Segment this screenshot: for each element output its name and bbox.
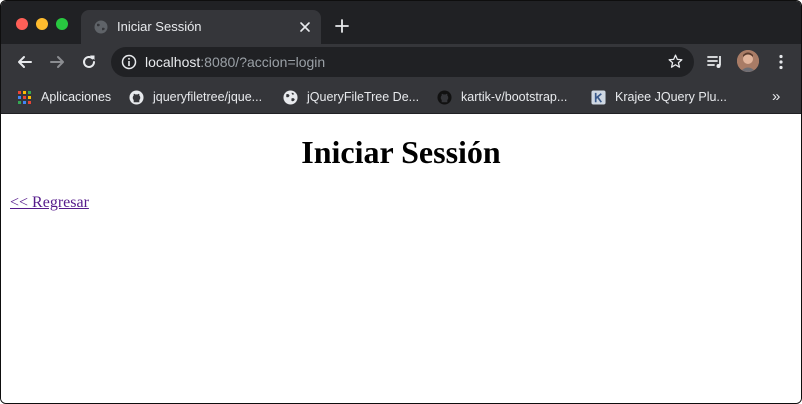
- url-text[interactable]: localhost:8080/?accion=login: [145, 54, 325, 70]
- window-close-button[interactable]: [16, 18, 28, 30]
- close-icon[interactable]: [299, 21, 311, 33]
- profile-avatar[interactable]: [737, 50, 759, 72]
- back-link[interactable]: << Regresar: [10, 193, 89, 213]
- bookmark-label: jqueryfiletree/jque...: [153, 90, 263, 104]
- tab-title: Iniciar Sessión: [117, 19, 202, 34]
- bookmark-label: kartik-v/bootstrap...: [461, 90, 568, 104]
- bookmark-aplicaciones[interactable]: Aplicaciones: [17, 87, 111, 107]
- kebab-menu-icon[interactable]: [772, 53, 790, 71]
- address-bar[interactable]: localhost:8080/?accion=login: [111, 47, 694, 77]
- globe-icon: [283, 89, 298, 105]
- bookmark-star-icon[interactable]: [667, 53, 684, 70]
- url-host: localhost: [145, 54, 201, 70]
- reload-icon[interactable]: [80, 53, 98, 71]
- window-minimize-button[interactable]: [36, 18, 48, 30]
- back-arrow-icon[interactable]: [16, 53, 34, 71]
- page-content: Iniciar Sessión << Regresar: [1, 114, 801, 403]
- page-title: Iniciar Sessión: [301, 134, 501, 170]
- new-tab-button[interactable]: [334, 18, 350, 34]
- bookmark-kartik-v[interactable]: kartik-v/bootstrap...: [437, 87, 567, 107]
- krajee-icon: [591, 89, 606, 105]
- info-icon[interactable]: [121, 54, 137, 70]
- browser-toolbar: localhost:8080/?accion=login: [1, 44, 801, 81]
- apps-grid-icon: [18, 90, 31, 104]
- media-queue-icon[interactable]: [706, 53, 724, 71]
- bookmark-krajee[interactable]: Krajee JQuery Plu...: [591, 87, 727, 107]
- window-maximize-button[interactable]: [56, 18, 68, 30]
- bookmark-label: jQueryFileTree De...: [307, 90, 420, 104]
- bookmarks-bar: Aplicaciones jqueryfiletree/jque... jQue…: [1, 81, 801, 114]
- tab-active[interactable]: Iniciar Sessión: [81, 10, 321, 44]
- bookmark-label: Krajee JQuery Plu...: [615, 90, 727, 104]
- github-icon: [437, 89, 452, 105]
- bookmark-jqueryfiletree[interactable]: jqueryfiletree/jque...: [129, 87, 262, 107]
- tab-strip: Iniciar Sessión: [1, 1, 801, 44]
- browser-window: Iniciar Sessión localhost:8080/?accion=l…: [0, 0, 802, 404]
- globe-icon: [94, 20, 108, 34]
- user-photo-icon: [737, 50, 759, 72]
- forward-arrow-icon[interactable]: [48, 53, 66, 71]
- bookmark-label: Aplicaciones: [41, 90, 112, 104]
- github-icon: [129, 89, 144, 105]
- bookmark-jqueryfiletree-demo[interactable]: jQueryFileTree De...: [283, 87, 419, 107]
- bookmarks-overflow-button[interactable]: »: [772, 87, 780, 107]
- url-path: :8080/?accion=login: [200, 54, 326, 70]
